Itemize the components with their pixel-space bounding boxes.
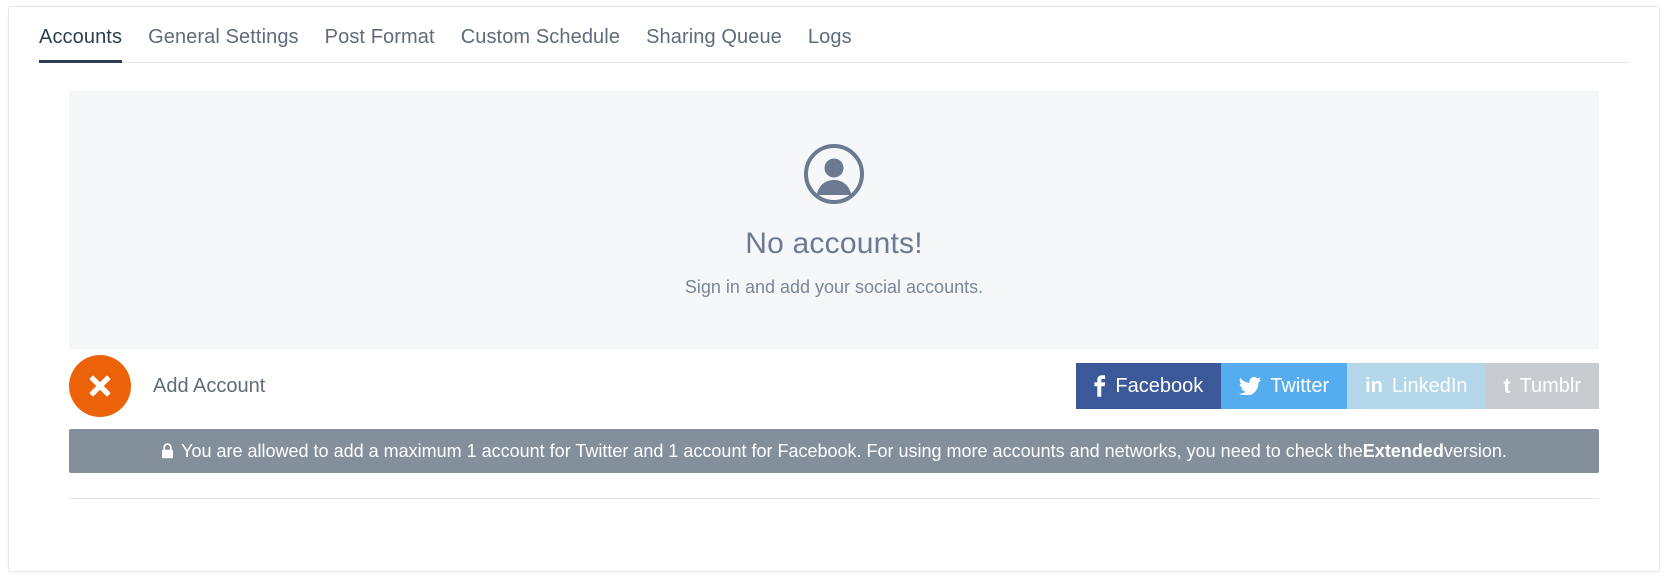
tab-sharing-queue[interactable]: Sharing Queue [633, 26, 795, 62]
tab-logs[interactable]: Logs [795, 26, 865, 62]
tab-bar: Accounts General Settings Post Format Cu… [39, 7, 1629, 63]
connect-facebook-label: Facebook [1115, 374, 1204, 397]
add-account-left: Add Account [69, 355, 265, 417]
connect-tumblr-button[interactable]: t Tumblr [1485, 363, 1599, 409]
lock-icon [161, 443, 174, 459]
twitter-icon [1239, 377, 1262, 395]
section-divider [69, 498, 1599, 499]
close-x-icon[interactable] [69, 355, 131, 417]
connect-facebook-button[interactable]: Facebook [1076, 363, 1222, 409]
tab-logs-label: Logs [807, 26, 852, 48]
tab-sharing-queue-label: Sharing Queue [646, 26, 782, 48]
social-connect-group: Facebook Twitter in LinkedIn t Tumblr [1076, 363, 1599, 409]
tab-accounts-label: Accounts [39, 26, 123, 48]
connect-tumblr-label: Tumblr [1519, 374, 1581, 397]
linkedin-icon: in [1365, 375, 1383, 397]
tab-accounts[interactable]: Accounts [39, 26, 135, 63]
connect-linkedin-button[interactable]: in LinkedIn [1347, 363, 1486, 409]
tab-post-format-label: Post Format [324, 26, 435, 48]
facebook-icon [1094, 375, 1106, 397]
notice-text-after: version. [1443, 440, 1507, 461]
notice-text-before: You are allowed to add a maximum 1 accou… [181, 440, 1363, 461]
tab-post-format[interactable]: Post Format [312, 26, 448, 62]
add-account-row: Add Account Facebook Twitter in LinkedIn… [69, 349, 1599, 423]
empty-state-subtitle: Sign in and add your social accounts. [684, 276, 984, 297]
empty-state-title: No accounts! [745, 226, 923, 260]
tab-general-settings[interactable]: General Settings [135, 26, 312, 62]
tumblr-icon: t [1503, 374, 1511, 398]
tab-custom-schedule-label: Custom Schedule [460, 26, 621, 48]
tab-general-settings-label: General Settings [148, 26, 299, 48]
add-account-label: Add Account [153, 374, 266, 397]
notice-emphasis: Extended [1362, 440, 1444, 461]
connect-twitter-button[interactable]: Twitter [1221, 363, 1348, 409]
user-avatar-icon [803, 143, 865, 205]
accounts-content: No accounts! Sign in and add your social… [9, 91, 1659, 473]
settings-page-card: Accounts General Settings Post Format Cu… [8, 6, 1660, 572]
account-limit-notice: You are allowed to add a maximum 1 accou… [69, 429, 1599, 473]
empty-state-panel: No accounts! Sign in and add your social… [69, 91, 1599, 349]
connect-linkedin-label: LinkedIn [1391, 374, 1468, 397]
connect-twitter-label: Twitter [1270, 374, 1330, 397]
tab-custom-schedule[interactable]: Custom Schedule [448, 26, 633, 62]
